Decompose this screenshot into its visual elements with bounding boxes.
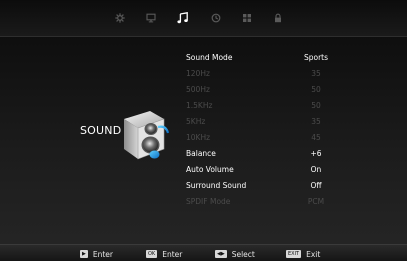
setting-row[interactable]: Auto Volume On <box>186 162 336 178</box>
setting-value: 45 <box>311 133 321 142</box>
clock-icon <box>211 13 221 23</box>
setting-value: 50 <box>311 85 321 94</box>
sound-settings-list: Sound Mode Sports 120Hz 35 500Hz 50 1.5KHz 50 5K… <box>186 50 336 210</box>
setting-label: 10KHz <box>186 133 211 142</box>
tab-option[interactable] <box>238 10 256 26</box>
tab-screen[interactable] <box>142 10 160 26</box>
setting-row[interactable]: Sound Mode Sports <box>186 50 336 66</box>
hint-enter: ▶ Enter <box>80 249 113 259</box>
tab-time[interactable] <box>207 10 225 26</box>
setting-label: 120Hz <box>186 69 210 78</box>
setting-value: Off <box>310 181 322 190</box>
tab-sound[interactable] <box>174 10 192 26</box>
hint-exit-label: Exit <box>306 249 321 259</box>
setting-row: 120Hz 35 <box>186 66 336 82</box>
setting-value: On <box>310 165 322 174</box>
setting-value: 50 <box>311 101 321 110</box>
setting-value: Sports <box>303 53 329 62</box>
setting-row: 1.5KHz 50 <box>186 98 336 114</box>
setting-row: 5KHz 35 <box>186 114 336 130</box>
setting-label: 1.5KHz <box>186 101 213 110</box>
setting-label: Surround Sound <box>186 181 247 190</box>
hint-ok-label: Enter <box>162 249 183 259</box>
tv-settings-screen: SOUND Sound Mode Sports 120Hz 35 500Hz 5… <box>0 0 407 261</box>
hint-enter-label: Enter <box>92 249 113 259</box>
setting-row[interactable]: Surround Sound Off <box>186 178 336 194</box>
setting-value: PCM <box>307 197 325 206</box>
left-right-key-icon: ◀▶ <box>215 250 227 258</box>
grid-icon <box>243 14 251 22</box>
setting-row: 10KHz 45 <box>186 130 336 146</box>
picture-icon <box>115 13 125 23</box>
setting-row[interactable]: Balance +6 <box>186 146 336 162</box>
tab-picture[interactable] <box>111 10 129 26</box>
setting-label: SPDIF Mode <box>186 197 231 206</box>
setting-label: 5KHz <box>186 117 206 126</box>
tab-lock[interactable] <box>269 10 287 26</box>
hint-exit: EXIT Exit <box>286 249 320 259</box>
setting-label: Auto Volume <box>186 165 234 174</box>
exit-key-icon: EXIT <box>286 250 302 258</box>
setting-row: SPDIF Mode PCM <box>186 194 336 210</box>
setting-value: 35 <box>311 117 321 126</box>
key-hint-bar: ▶ Enter OK Enter ◀▶ Select EXIT Exit <box>0 244 407 261</box>
music-note-icon <box>177 12 188 24</box>
hint-select: ◀▶ Select <box>215 249 255 259</box>
hint-select-label: Select <box>231 249 255 259</box>
speaker-with-note-icon <box>114 105 174 165</box>
menu-tab-bar <box>0 0 407 37</box>
setting-label: Balance <box>186 149 216 158</box>
hint-ok: OK Enter <box>146 249 182 259</box>
setting-value: 35 <box>311 69 321 78</box>
setting-label: 500Hz <box>186 85 210 94</box>
enter-key-icon: ▶ <box>80 250 88 258</box>
setting-value: +6 <box>310 149 322 158</box>
lock-icon <box>275 13 281 23</box>
setting-label: Sound Mode <box>186 53 233 62</box>
ok-key-icon: OK <box>146 250 158 258</box>
setting-row: 500Hz 50 <box>186 82 336 98</box>
monitor-icon <box>146 13 156 23</box>
